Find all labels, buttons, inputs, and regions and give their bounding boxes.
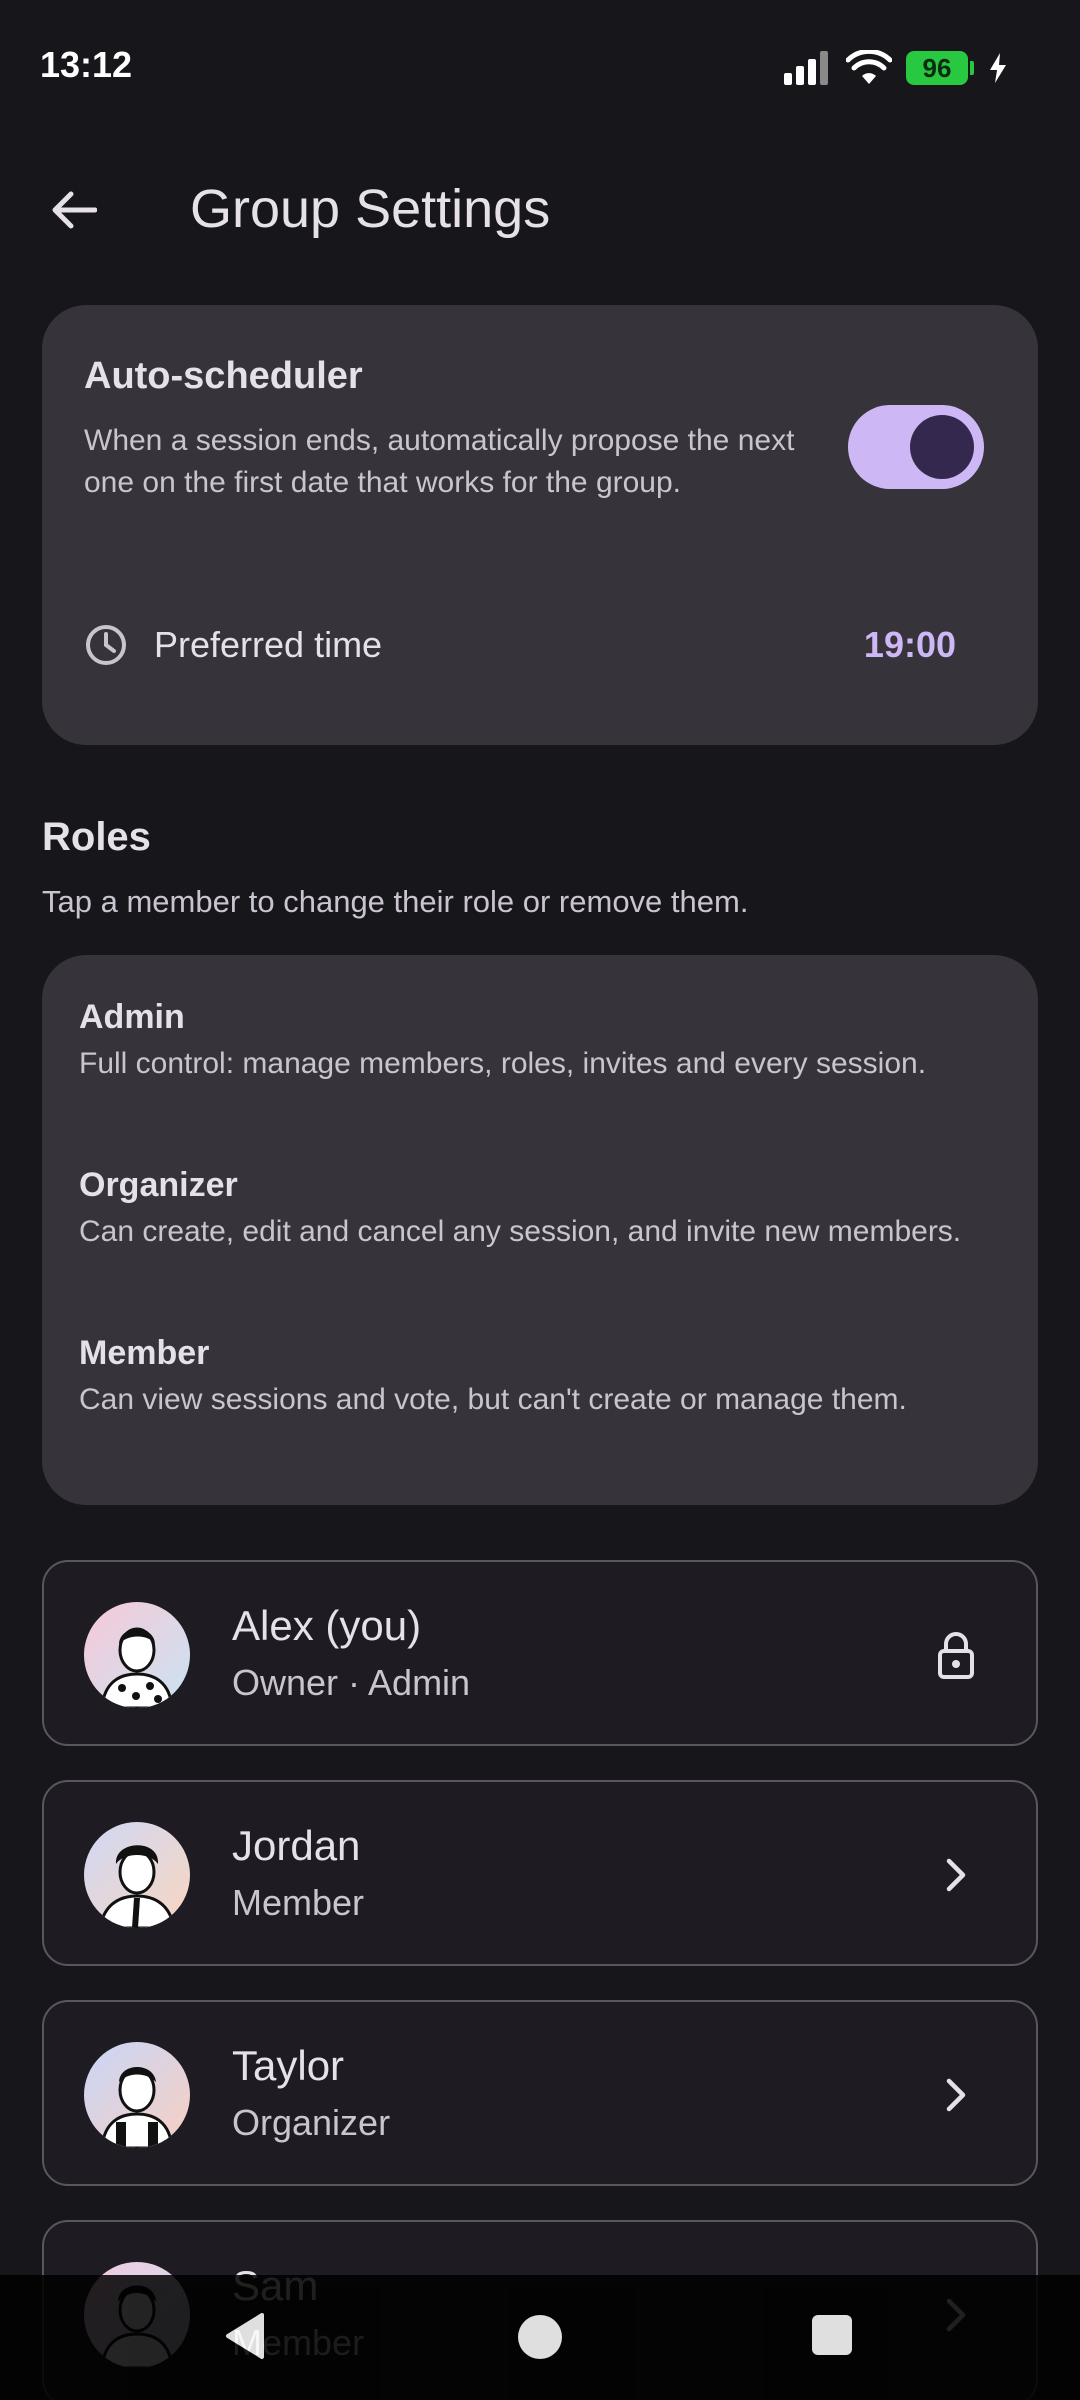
member-role: Member [232, 1882, 365, 1923]
system-nav-bar [0, 2275, 1080, 2400]
member-row-alex[interactable]: Alex (you) Owner · Admin [42, 1560, 1038, 1746]
chevron-right-icon [926, 1845, 986, 1905]
auto-scheduler-card: Auto-scheduler When a session ends, auto… [42, 305, 1038, 745]
lock-icon [926, 1625, 986, 1685]
member-name: Jordan [232, 1822, 361, 1869]
preferred-time-label: Preferred time [154, 624, 383, 665]
nav-back-icon[interactable] [222, 2311, 266, 2361]
roles-info-card: Admin Full control: manage members, role… [42, 955, 1038, 1505]
role-member: Member Can view sessions and vote, but c… [79, 1331, 999, 1421]
auto-scheduler-toggle[interactable] [848, 405, 984, 489]
signal-icon [784, 51, 828, 85]
avatar [84, 2042, 190, 2148]
role-description: Can create, edit and cancel any session,… [79, 1215, 962, 1248]
role-name: Admin [79, 998, 185, 1036]
status-icons: 96 [784, 48, 1008, 88]
battery-level: 96 [922, 52, 952, 83]
roles-subtitle: Tap a member to change their role or rem… [42, 884, 749, 919]
status-time: 13:12 [40, 44, 133, 85]
status-bar: 13:12 96 [0, 0, 1080, 130]
member-row-jordan[interactable]: Jordan Member [42, 1780, 1038, 1966]
battery-indicator: 96 [906, 51, 968, 85]
member-name: Alex (you) [232, 1602, 422, 1649]
avatar [84, 1822, 190, 1928]
role-admin: Admin Full control: manage members, role… [79, 995, 999, 1085]
avatar [84, 1602, 190, 1708]
roles-heading: Roles [42, 815, 151, 859]
role-description: Full control: manage members, roles, inv… [79, 1047, 927, 1080]
chevron-right-icon [926, 2065, 986, 2125]
back-button[interactable] [40, 176, 108, 244]
charging-icon [990, 53, 1006, 83]
role-description: Can view sessions and vote, but can't cr… [79, 1383, 907, 1416]
member-role: Owner · Admin [232, 1662, 471, 1703]
role-name: Organizer [79, 1166, 238, 1204]
role-organizer: Organizer Can create, edit and cancel an… [79, 1163, 999, 1253]
wifi-icon [846, 50, 892, 84]
member-role: Organizer [232, 2102, 391, 2143]
nav-home-button[interactable] [518, 2315, 562, 2359]
auto-scheduler-title: Auto-scheduler [84, 355, 363, 397]
arrow-back-icon [52, 191, 97, 229]
preferred-time-value[interactable]: 19:00 [864, 624, 956, 666]
toggle-knob [910, 415, 974, 479]
nav-recents-button[interactable] [812, 2315, 852, 2355]
member-row-taylor[interactable]: Taylor Organizer [42, 2000, 1038, 2186]
clock-icon [86, 625, 126, 665]
battery-cap [970, 61, 974, 75]
app-bar: Group Settings [0, 150, 1080, 270]
page-title: Group Settings [190, 179, 551, 239]
role-name: Member [79, 1334, 210, 1372]
auto-scheduler-description: When a session ends, automatically propo… [84, 424, 795, 499]
preferred-time-row[interactable]: Preferred time 19:00 [84, 605, 996, 685]
member-name: Taylor [232, 2042, 345, 2089]
